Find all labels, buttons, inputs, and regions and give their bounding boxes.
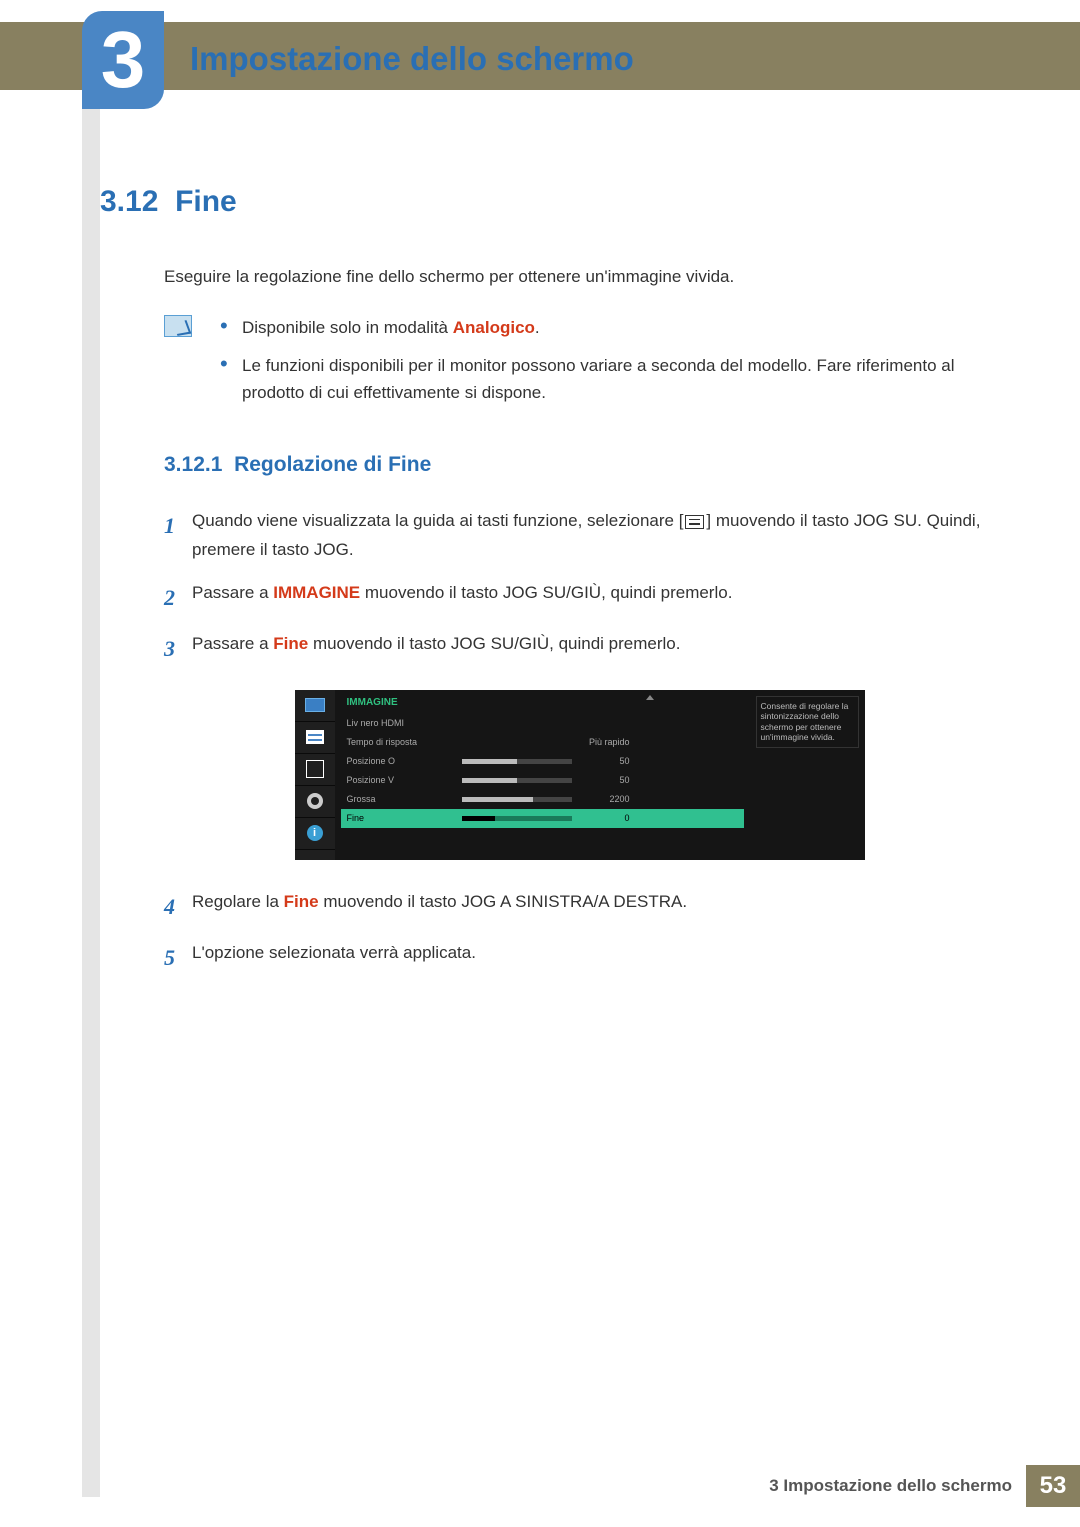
slider-bar [462,816,572,821]
note-list: Disponibile solo in modalità Analogico. … [220,315,995,418]
step-3: 3 Passare a Fine muovendo il tasto JOG S… [164,630,995,667]
resize-icon [295,754,335,786]
footer-chapter-ref: 3 Impostazione dello schermo [769,1476,1012,1496]
page-number: 53 [1026,1465,1080,1507]
side-stripe [82,90,100,1497]
list-icon [295,722,335,754]
section-title: Fine [175,185,237,218]
osd-row: Tempo di risposta Più rapido [341,733,744,752]
osd-row-value: 2200 [582,794,630,804]
osd-description-text: Consente di regolare la sintonizzazione … [756,696,859,749]
subsection-number: 3.12.1 [164,453,222,476]
chapter-title: Impostazione dello schermo [190,40,634,78]
osd-row: Fine 0 [341,809,744,828]
osd-row: Liv nero HDMI [341,714,744,733]
osd-menu-title: IMMAGINE [341,695,744,714]
steps-list: 1 Quando viene visualizzata la guida ai … [164,507,995,976]
osd-row-label: Fine [347,813,462,823]
osd-screenshot: i IMMAGINE Liv nero HDMI Tempo di rispost… [295,690,865,860]
osd-row-label: Tempo di risposta [347,737,462,747]
content-area: 3.12 Fine Eseguire la regolazione fine d… [100,175,995,990]
section-heading: 3.12 Fine [100,185,995,219]
step-4: 4 Regolare la Fine muovendo il tasto JOG… [164,888,995,925]
step-5: 5 L'opzione selezionata verrà applicata. [164,939,995,976]
note-block: Disponibile solo in modalità Analogico. … [164,315,995,418]
highlight-analogico: Analogico [453,318,535,337]
subsection-title: Regolazione di Fine [234,453,431,476]
chevron-up-icon [646,695,654,700]
osd-description-panel: Consente di regolare la sintonizzazione … [750,690,865,860]
step-1: 1 Quando viene visualizzata la guida ai … [164,507,995,565]
step-number: 3 [164,630,192,667]
chapter-tab: 3 [82,11,164,109]
section-number: 3.12 [100,185,158,218]
step-number: 4 [164,888,192,925]
note-item: Disponibile solo in modalità Analogico. [220,315,995,341]
gear-icon [295,786,335,818]
osd-row: Posizione O 50 [341,752,744,771]
osd-row-value: Più rapido [582,737,630,747]
step-2: 2 Passare a IMMAGINE muovendo il tasto J… [164,579,995,616]
slider-bar [462,778,572,783]
note-icon [164,315,192,337]
highlight-fine: Fine [273,634,308,653]
highlight-fine: Fine [284,892,319,911]
slider-bar [462,797,572,802]
osd-row-value: 50 [582,775,630,785]
subsection-heading: 3.12.1 Regolazione di Fine [164,453,995,477]
menu-icon [685,515,704,529]
step-number: 5 [164,939,192,976]
osd-row-label: Liv nero HDMI [347,718,462,728]
osd-row-value: 0 [582,813,630,823]
page-footer: 3 Impostazione dello schermo 53 [769,1465,1080,1507]
osd-row-label: Grossa [347,794,462,804]
slider-bar [462,759,572,764]
osd-row-value: 50 [582,756,630,766]
osd-row-label: Posizione O [347,756,462,766]
info-icon: i [295,818,335,850]
step-number: 1 [164,507,192,565]
osd-main: IMMAGINE Liv nero HDMI Tempo di risposta P… [335,690,750,860]
highlight-immagine: IMMAGINE [273,583,360,602]
note-item: Le funzioni disponibili per il monitor p… [220,353,995,406]
osd-row: Grossa 2200 [341,790,744,809]
chapter-number: 3 [101,14,146,106]
step-number: 2 [164,579,192,616]
osd-row: Posizione V 50 [341,771,744,790]
section-intro: Eseguire la regolazione fine dello scher… [164,267,995,287]
monitor-icon [295,690,335,722]
osd-sidebar: i [295,690,335,860]
osd-row-label: Posizione V [347,775,462,785]
